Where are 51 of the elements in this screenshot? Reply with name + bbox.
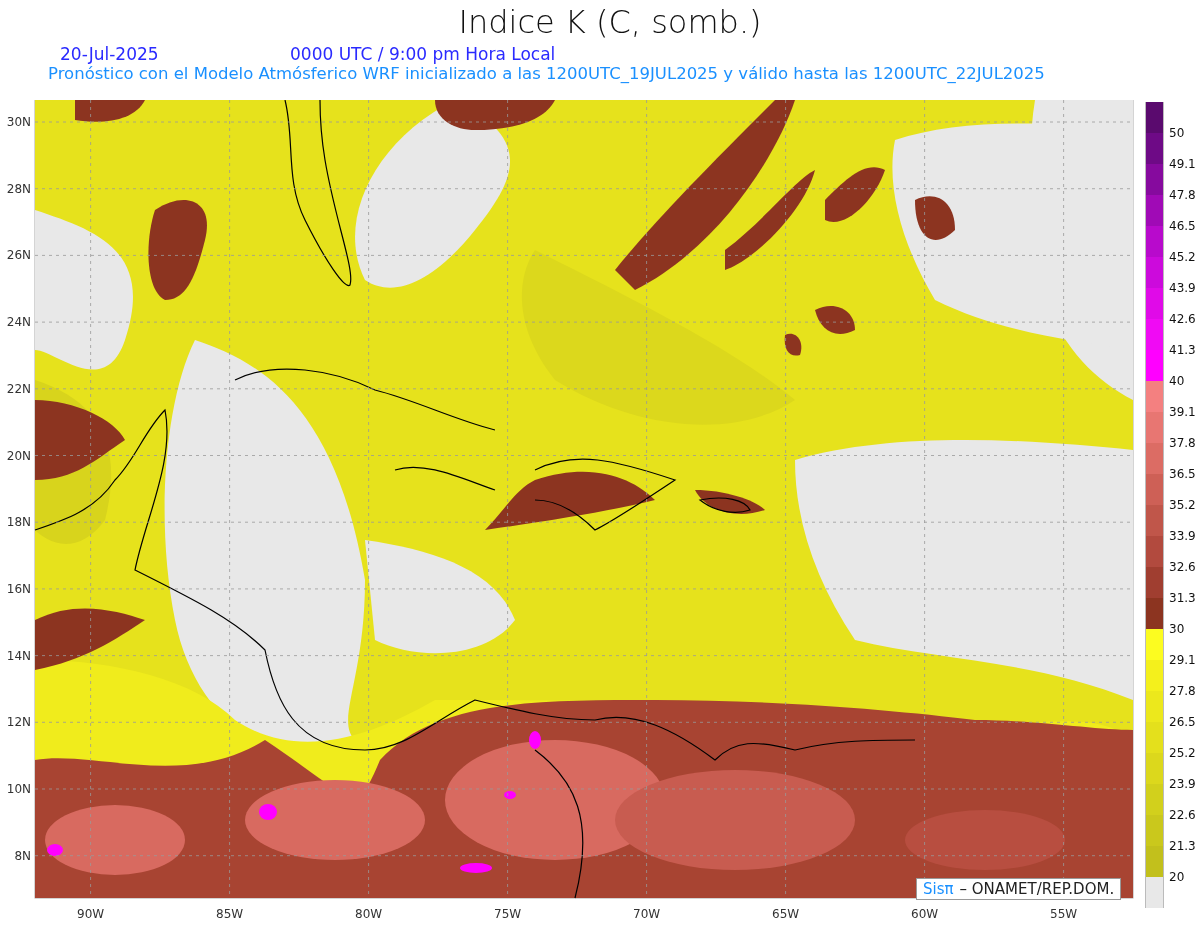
colorbar-label: 23.9 [1169,777,1196,791]
colorbar-label: 36.5 [1169,467,1196,481]
colorbar-label: 39.1 [1169,405,1196,419]
colorbar-label: 43.9 [1169,281,1196,295]
longitude-label: 75W [494,907,522,921]
longitude-label: 60W [911,907,939,921]
longitude-label: 85W [216,907,244,921]
colorbar-label: 33.9 [1169,529,1196,543]
colorbar-label: 49.1 [1169,157,1196,171]
longitude-label: 80W [355,907,383,921]
longitude-label: 55W [1050,907,1078,921]
colorbar-label: 26.5 [1169,715,1196,729]
longitude-label: 65W [772,907,800,921]
brand-text: Sisπ [923,880,954,898]
longitude-label: 90W [77,907,105,921]
credit-text: – ONAMET/REP.DOM. [959,880,1115,898]
colorbar-label: 20 [1169,870,1185,884]
latitude-label: 28N [6,181,31,196]
colorbar-label: 35.2 [1169,498,1196,512]
latitude-label: 30N [6,115,31,129]
colorbar-label: 27.8 [1169,684,1196,698]
latitude-label: 10N [6,782,31,796]
colorbar-label: 37.8 [1169,436,1196,450]
latitude-label: 12N [6,715,31,730]
colorbar-label: 22.6 [1169,808,1196,822]
colorbar-label: 32.6 [1169,560,1196,574]
colorbar-label: 30 [1169,622,1185,636]
colorbar-label: 40 [1169,374,1185,388]
latitude-label: 20N [6,448,31,463]
latitude-label: 26N [6,248,31,263]
colorbar-label: 41.3 [1169,343,1196,357]
colorbar-label: 29.1 [1169,653,1196,667]
colorbar-label: 47.8 [1169,188,1196,202]
colorbar-label: 25.2 [1169,746,1196,760]
latitude-label: 8N [14,848,31,863]
colorbar-label: 46.5 [1169,219,1196,233]
latitude-label: 16N [6,581,31,596]
latitude-label: 24N [6,315,31,330]
forecast-time: 0000 UTC / 9:00 pm Hora Local [290,44,556,64]
latitude-label: 18N [6,515,31,530]
latitude-label: 22N [6,381,31,396]
colorbar-label: 42.6 [1169,312,1196,326]
colorbar-label: 21.3 [1169,839,1196,853]
colorbar-label: 50 [1169,126,1185,140]
colorbar-label: 45.2 [1169,250,1196,264]
colorbar-label: 31.3 [1169,591,1196,605]
longitude-label: 70W [633,907,661,921]
latitude-label: 14N [6,648,31,663]
forecast-description: Pronóstico con el Modelo Atmósferico WRF inicializado a las 1200UTC_19JUL2025 y válido hasta las 1200UTC_22JUL2025 [47,64,1046,84]
forecast-date: 20-Jul-2025 [60,44,160,64]
chart-title: Indice K (C, somb.) [458,4,762,40]
